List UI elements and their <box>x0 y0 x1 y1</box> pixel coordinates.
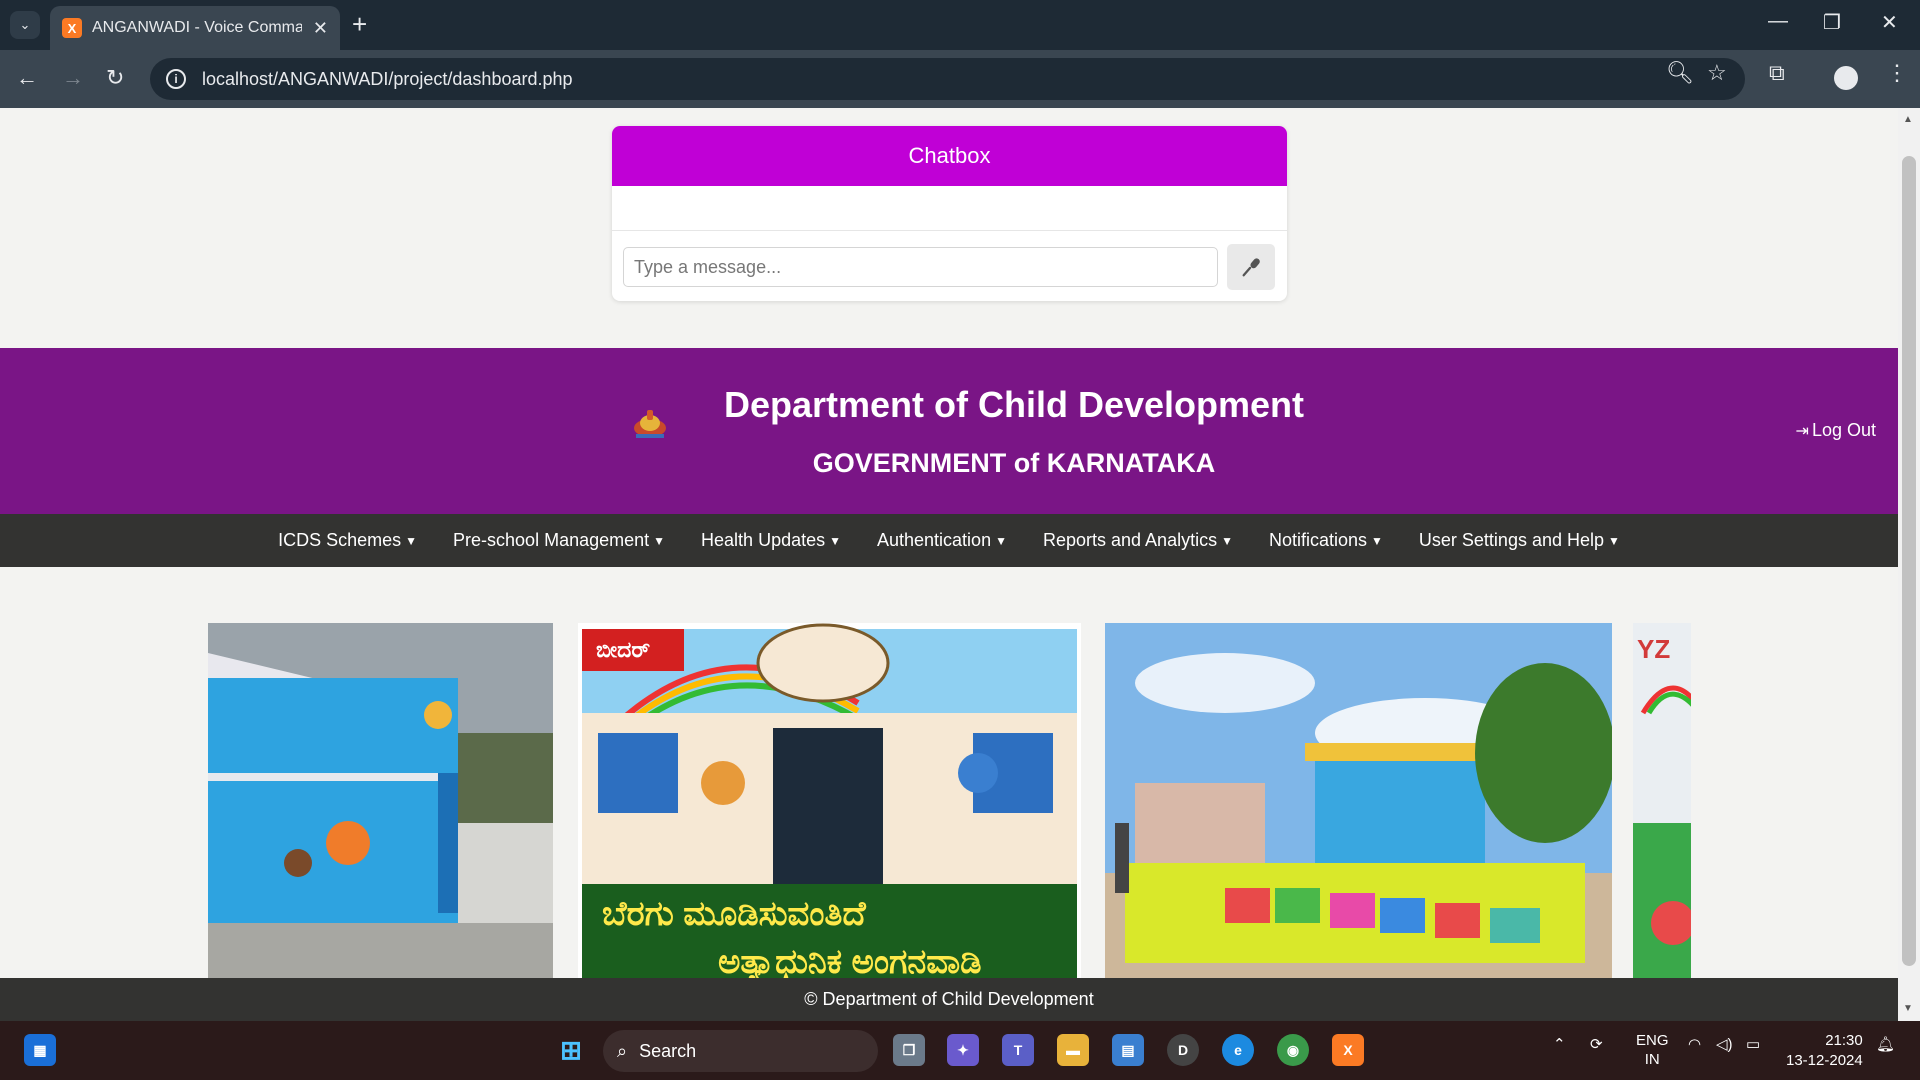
nav-notifications[interactable]: Notifications ▼ <box>1269 530 1383 551</box>
dell-icon[interactable]: D <box>1167 1034 1199 1066</box>
url-text[interactable]: localhost/ANGANWADI/project/dashboard.ph… <box>202 69 573 90</box>
restore-icon[interactable]: ❐ <box>1823 10 1841 35</box>
scroll-down-icon[interactable]: ▼ <box>1903 1003 1913 1014</box>
chat-messages <box>612 186 1287 231</box>
taskbar-clock[interactable]: 21:30 13-12-2024 <box>1786 1031 1863 1071</box>
microphone-icon <box>1242 258 1260 277</box>
caret-down-icon: ▼ <box>1221 533 1233 548</box>
lang-line-1: ENG <box>1636 1032 1669 1049</box>
battery-icon[interactable]: ▭ <box>1746 1035 1760 1053</box>
chrome-icon[interactable]: ◉ <box>1277 1034 1309 1066</box>
gallery-photo-3 <box>1105 623 1612 986</box>
nav-label: Health Updates <box>701 530 826 550</box>
windows-taskbar: ▦ ⊞ ⌕ Search ❐ ✦ T ▬ ▤ D e ◉ X ⌃ ⟳ ENG I… <box>0 1021 1920 1080</box>
edge-icon[interactable]: e <box>1222 1034 1254 1066</box>
extensions-icon[interactable]: ⧉ <box>1769 60 1785 86</box>
wifi-icon[interactable]: ◠ <box>1688 1035 1701 1053</box>
svg-text:YZ: YZ <box>1637 634 1670 664</box>
nav-reports-analytics[interactable]: Reports and Analytics ▼ <box>1043 530 1233 551</box>
search-icon: ⌕ <box>617 1040 628 1061</box>
xampp-icon[interactable]: X <box>1332 1034 1364 1066</box>
browser-tab[interactable]: X ANGANWADI - Voice Command ✕ <box>50 6 340 50</box>
sync-icon[interactable]: ⟳ <box>1590 1035 1603 1053</box>
nav-health-updates[interactable]: Health Updates ▼ <box>701 530 841 551</box>
gallery-photo-4: YZ <box>1633 623 1691 986</box>
address-bar[interactable]: i localhost/ANGANWADI/project/dashboard.… <box>150 58 1745 100</box>
language-indicator[interactable]: ENG IN <box>1636 1031 1669 1069</box>
photo-location-badge: ಬೀದರ್ <box>596 637 651 662</box>
reload-icon[interactable]: ↻ <box>106 66 124 90</box>
close-window-icon[interactable]: ✕ <box>1881 10 1898 35</box>
site-footer: © Department of Child Development <box>0 978 1898 1021</box>
back-icon[interactable]: ← <box>16 66 38 90</box>
department-title: Department of Child Development <box>723 384 1305 425</box>
photo-caption-line-2: ಅತ್ಯಾಧುನಿಕ ಅಂಗನವಾಡಿ <box>718 943 982 981</box>
nav-label: Authentication <box>877 530 992 550</box>
microsoft-store-icon[interactable]: ▤ <box>1112 1034 1144 1066</box>
windows-start-icon[interactable]: ⊞ <box>555 1034 587 1066</box>
nav-label: User Settings and Help <box>1418 530 1605 550</box>
site-info-icon[interactable]: i <box>166 69 186 89</box>
logout-label: Log Out <box>1811 420 1876 440</box>
nav-user-settings-help[interactable]: User Settings and Help ▼ <box>1419 530 1620 551</box>
clock-time: 21:30 <box>1825 1032 1863 1049</box>
logout-link[interactable]: ⇥ Log Out <box>1796 420 1876 441</box>
zoom-icon[interactable]: 🔍︎ <box>1666 60 1694 86</box>
chat-message-input[interactable] <box>623 247 1218 287</box>
nav-label: Pre-school Management <box>453 530 650 550</box>
caret-down-icon: ▼ <box>1608 533 1620 548</box>
minimize-icon[interactable]: — <box>1768 10 1788 33</box>
photo-caption-line-1: ಬೆರಗು ಮೂಡಿಸುವಂತಿದೆ <box>602 895 866 933</box>
page-content: Chatbox Department of Child Development … <box>0 108 1898 1021</box>
lang-line-2: IN <box>1644 1051 1660 1068</box>
search-label: Search <box>639 1040 697 1061</box>
nav-icds-schemes[interactable]: ICDS Schemes ▼ <box>278 530 417 551</box>
page-scrollbar[interactable]: ▲ ▼ <box>1898 108 1920 1021</box>
tab-title: ANGANWADI - Voice Command <box>92 19 302 36</box>
chatbox: Chatbox <box>612 126 1287 301</box>
tab-list-button[interactable]: ⌄ <box>10 11 40 39</box>
clock-date: 13-12-2024 <box>1786 1052 1863 1069</box>
file-explorer-icon[interactable]: ▬ <box>1057 1034 1089 1066</box>
scroll-up-icon[interactable]: ▲ <box>1903 114 1913 125</box>
nav-label: Notifications <box>1268 530 1368 550</box>
browser-toolbar: ← → ↻ i localhost/ANGANWADI/project/dash… <box>0 50 1920 108</box>
site-header: Department of Child Development GOVERNME… <box>0 348 1898 514</box>
gallery-photo-1 <box>208 623 553 986</box>
nav-preschool-management[interactable]: Pre-school Management ▼ <box>453 530 665 551</box>
volume-icon[interactable]: ◁) <box>1716 1035 1733 1053</box>
sign-out-icon: ⇥ <box>1795 422 1809 440</box>
caret-down-icon: ▼ <box>995 533 1007 548</box>
nav-label: Reports and Analytics <box>1042 530 1218 550</box>
notifications-bell-icon[interactable]: 🔔︎ <box>1876 1035 1895 1053</box>
tab-close-icon[interactable]: ✕ <box>313 18 328 39</box>
taskbar-search[interactable]: ⌕ Search <box>603 1030 878 1072</box>
tray-overflow-icon[interactable]: ⌃ <box>1553 1035 1566 1053</box>
nav-authentication[interactable]: Authentication ▼ <box>877 530 1007 551</box>
browser-tabbar: ⌄ X ANGANWADI - Voice Command ✕ + — ❐ ✕ <box>0 0 1920 50</box>
new-tab-icon[interactable]: + <box>352 10 367 38</box>
caret-down-icon: ▼ <box>829 533 841 548</box>
browser-menu-icon[interactable]: ⋮ <box>1886 60 1908 86</box>
caret-down-icon: ▼ <box>405 533 418 548</box>
teams-icon[interactable]: T <box>1002 1034 1034 1066</box>
nav-label: ICDS Schemes <box>278 530 402 550</box>
task-view-icon[interactable]: ❐ <box>893 1034 925 1066</box>
copilot-icon[interactable]: ✦ <box>947 1034 979 1066</box>
gallery-photo-2: ಬೀದರ್ ಬೆರಗು ಮೂಡಿಸುವಂತಿದೆ ಅತ್ಯಾಧುನಿಕ ಅಂಗನ… <box>578 623 1081 986</box>
main-navbar: ICDS Schemes ▼ Pre-school Management ▼ Hea… <box>0 514 1898 567</box>
mic-button[interactable] <box>1227 244 1275 290</box>
widgets-icon[interactable]: ▦ <box>24 1034 56 1066</box>
bookmark-star-icon[interactable]: ☆ <box>1707 60 1727 86</box>
anganwadi-gallery: ಬೀದರ್ ಬೆರಗು ಮೂಡಿಸುವಂತಿದೆ ಅತ್ಯಾಧುನಿಕ ಅಂಗನ… <box>0 623 1898 986</box>
caret-down-icon: ▼ <box>653 533 666 548</box>
profile-avatar[interactable] <box>1834 66 1858 90</box>
government-subtitle: GOVERNMENT of KARNATAKA <box>812 448 1216 478</box>
chatbox-header: Chatbox <box>612 126 1287 186</box>
forward-icon[interactable]: → <box>62 66 84 90</box>
xampp-favicon-icon: X <box>62 18 82 38</box>
caret-down-icon: ▼ <box>1371 533 1383 548</box>
scroll-thumb[interactable] <box>1902 156 1916 966</box>
